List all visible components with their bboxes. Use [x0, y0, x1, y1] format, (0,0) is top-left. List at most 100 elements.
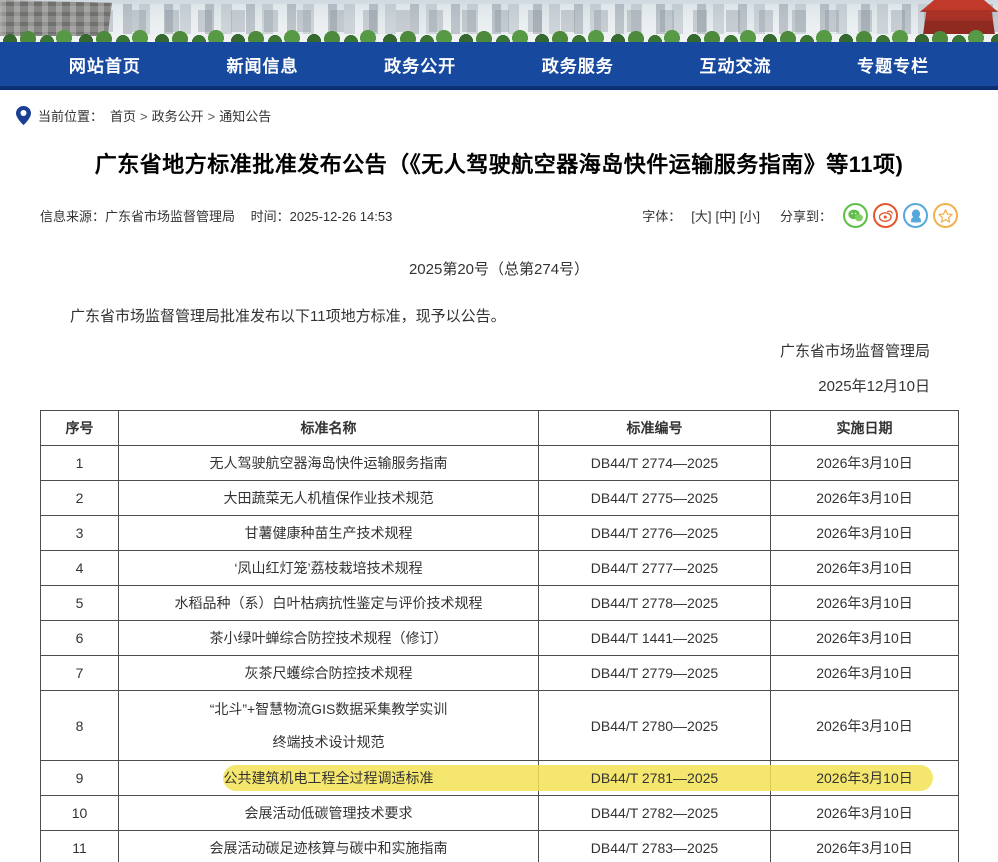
font-label: 字体： — [642, 206, 681, 225]
row-number: 11 — [41, 831, 119, 862]
row-number-text: 5 — [76, 595, 84, 611]
article-meta: 信息来源：广东省市场监督管理局 时间：2025-12-26 14:53 字体： … — [40, 203, 958, 228]
row-number: 1 — [41, 446, 119, 481]
row-number-text: 1 — [76, 455, 84, 471]
standard-name: 会展活动低碳管理技术要求 — [119, 796, 539, 831]
implementation-date-text: 2026年3月10日 — [816, 595, 913, 611]
standard-name: 会展活动碳足迹核算与碳中和实施指南 — [119, 831, 539, 862]
standard-code: DB44/T 2774—2025 — [539, 446, 771, 481]
standard-name-text: 会展活动低碳管理技术要求 — [245, 805, 413, 821]
standard-name: 无人驾驶航空器海岛快件运输服务指南 — [119, 446, 539, 481]
standard-code: DB44/T 2779—2025 — [539, 656, 771, 691]
implementation-date: 2026年3月10日 — [771, 796, 959, 831]
standard-code: DB44/T 2775—2025 — [539, 481, 771, 516]
implementation-date: 2026年3月10日 — [771, 656, 959, 691]
source-value: 广东省市场监督管理局 — [105, 209, 235, 224]
signature-date: 2025年12月10日 — [68, 375, 930, 396]
row-number-text: 2 — [76, 490, 84, 506]
standard-code: DB44/T 2778—2025 — [539, 586, 771, 621]
weibo-share-icon[interactable] — [873, 203, 898, 228]
col-header-2: 标准名称 — [119, 411, 539, 446]
signature-org: 广东省市场监督管理局 — [68, 340, 930, 361]
nav-item-2[interactable]: 新闻信息 — [226, 52, 298, 77]
standard-name: 灰茶尺蠖综合防控技术规程 — [119, 656, 539, 691]
breadcrumb-link-3[interactable]: 通知公告 — [219, 109, 271, 124]
standard-name-text: “北斗”+智慧物流GIS数据采集教学实训 终端技术设计规范 — [210, 701, 448, 749]
standard-code-text: DB44/T 2782—2025 — [591, 805, 718, 821]
standard-name: “北斗”+智慧物流GIS数据采集教学实训 终端技术设计规范 — [119, 691, 539, 761]
standard-name: 公共建筑机电工程全过程调适标准 — [119, 761, 539, 796]
implementation-date-text: 2026年3月10日 — [816, 630, 913, 646]
page-title: 广东省地方标准批准发布公告（《无人驾驶航空器海岛快件运输服务指南》等11项) — [40, 147, 958, 179]
standard-code-text: DB44/T 2775—2025 — [591, 490, 718, 506]
table-row: 9 公共建筑机电工程全过程调适标准 DB44/T 2781—2025 2026年3月1… — [41, 761, 959, 796]
location-pin-icon — [16, 106, 31, 125]
standard-code: DB44/T 2777—2025 — [539, 551, 771, 586]
implementation-date-text: 2026年3月10日 — [816, 840, 913, 856]
standard-name-text: 公共建筑机电工程全过程调适标准 — [224, 770, 434, 786]
standard-name: 水稻品种（系）白叶枯病抗性鉴定与评价技术规程 — [119, 586, 539, 621]
nav-item-5[interactable]: 互动交流 — [699, 52, 771, 77]
nav-item-4[interactable]: 政务服务 — [542, 52, 614, 77]
standard-code: DB44/T 2783—2025 — [539, 831, 771, 862]
standard-code-text: DB44/T 2783—2025 — [591, 840, 718, 856]
time-label: 时间： — [251, 209, 290, 224]
standard-code-text: DB44/T 2781—2025 — [591, 770, 718, 786]
standard-code: DB44/T 2782—2025 — [539, 796, 771, 831]
meta-tools: 字体： [大] [中] [小] 分享到： — [642, 203, 958, 228]
standard-code-text: DB44/T 2777—2025 — [591, 560, 718, 576]
table-row: 1无人驾驶航空器海岛快件运输服务指南DB44/T 2774—20252026年3… — [41, 446, 959, 481]
standard-name-text: 茶小绿叶蝉综合防控技术规程（修订） — [210, 630, 448, 646]
row-number-text: 3 — [76, 525, 84, 541]
wechat-share-icon[interactable] — [843, 203, 868, 228]
font-size-button-3[interactable]: [小] — [740, 209, 760, 224]
implementation-date-text: 2026年3月10日 — [816, 718, 913, 734]
implementation-date: 2026年3月10日 — [771, 516, 959, 551]
standard-code-text: DB44/T 2774—2025 — [591, 455, 718, 471]
standards-table: 序号标准名称标准编号实施日期 1 无人驾驶航空器海岛快件运输服务指南 DB44/T … — [40, 410, 959, 862]
table-row: 2 大田蔬菜无人机植保作业技术规范 DB44/T 2775—2025 2026年3月1… — [41, 481, 959, 516]
implementation-date: 2026年3月10日 — [771, 481, 959, 516]
table-row: 3甘薯健康种苗生产技术规程DB44/T 2776—20252026年3月10日 — [41, 516, 959, 551]
row-number-text: 6 — [76, 630, 84, 646]
implementation-date: 2026年3月10日 — [771, 691, 959, 761]
breadcrumb-separator: > — [140, 109, 148, 124]
breadcrumb-label: 当前位置： — [38, 106, 103, 125]
row-number: 9 — [41, 761, 119, 796]
font-size-button-2[interactable]: [中] — [716, 209, 736, 224]
font-size-button-1[interactable]: [大] — [691, 209, 711, 224]
standard-name: 大田蔬菜无人机植保作业技术规范 — [119, 481, 539, 516]
breadcrumb-separator: > — [208, 109, 216, 124]
breadcrumb-link-2[interactable]: 政务公开 — [152, 109, 204, 124]
nav-item-1[interactable]: 网站首页 — [69, 52, 141, 77]
implementation-date-text: 2026年3月10日 — [816, 805, 913, 821]
row-number: 7 — [41, 656, 119, 691]
row-number-text: 10 — [72, 805, 88, 821]
row-number-text: 9 — [76, 770, 84, 786]
nav-item-6[interactable]: 专题专栏 — [857, 52, 929, 77]
table-row: 10 会展活动低碳管理技术要求 DB44/T 2782—2025 2026年3月10日 — [41, 796, 959, 831]
standard-code-text: DB44/T 2780—2025 — [591, 718, 718, 734]
breadcrumb-link-1[interactable]: 首页 — [110, 109, 136, 124]
implementation-date-text: 2026年3月10日 — [816, 665, 913, 681]
table-row: 8 “北斗”+智慧物流GIS数据采集教学实训 终端技术设计规范 DB44/T 278… — [41, 691, 959, 761]
announcement-body: 广东省市场监督管理局批准发布以下11项地方标准，现予以公告。 — [40, 305, 958, 326]
standard-code-text: DB44/T 2779—2025 — [591, 665, 718, 681]
implementation-date-text: 2026年3月10日 — [816, 560, 913, 576]
standard-name-text: 灰茶尺蠖综合防控技术规程 — [245, 665, 413, 681]
qzone-star-share-icon[interactable] — [933, 203, 958, 228]
standard-code-text: DB44/T 2778—2025 — [591, 595, 718, 611]
main-nav: 网站首页 新闻信息 政务公开 政务服务 互动交流 专题专栏 — [0, 42, 998, 90]
row-number-text: 4 — [76, 560, 84, 576]
standard-name: ‘凤山红灯笼’荔枝栽培技术规程 — [119, 551, 539, 586]
table-row: 5 水稻品种（系）白叶枯病抗性鉴定与评价技术规程 DB44/T 2778—2025 2… — [41, 586, 959, 621]
nav-item-3[interactable]: 政务公开 — [384, 52, 456, 77]
row-number: 6 — [41, 621, 119, 656]
standard-name-text: 大田蔬菜无人机植保作业技术规范 — [224, 490, 434, 506]
implementation-date: 2026年3月10日 — [771, 761, 959, 796]
table-header-row: 序号标准名称标准编号实施日期 — [41, 411, 959, 446]
row-number: 8 — [41, 691, 119, 761]
standard-name-text: 会展活动碳足迹核算与碳中和实施指南 — [210, 840, 448, 856]
share-label: 分享到： — [780, 206, 832, 225]
qq-share-icon[interactable] — [903, 203, 928, 228]
